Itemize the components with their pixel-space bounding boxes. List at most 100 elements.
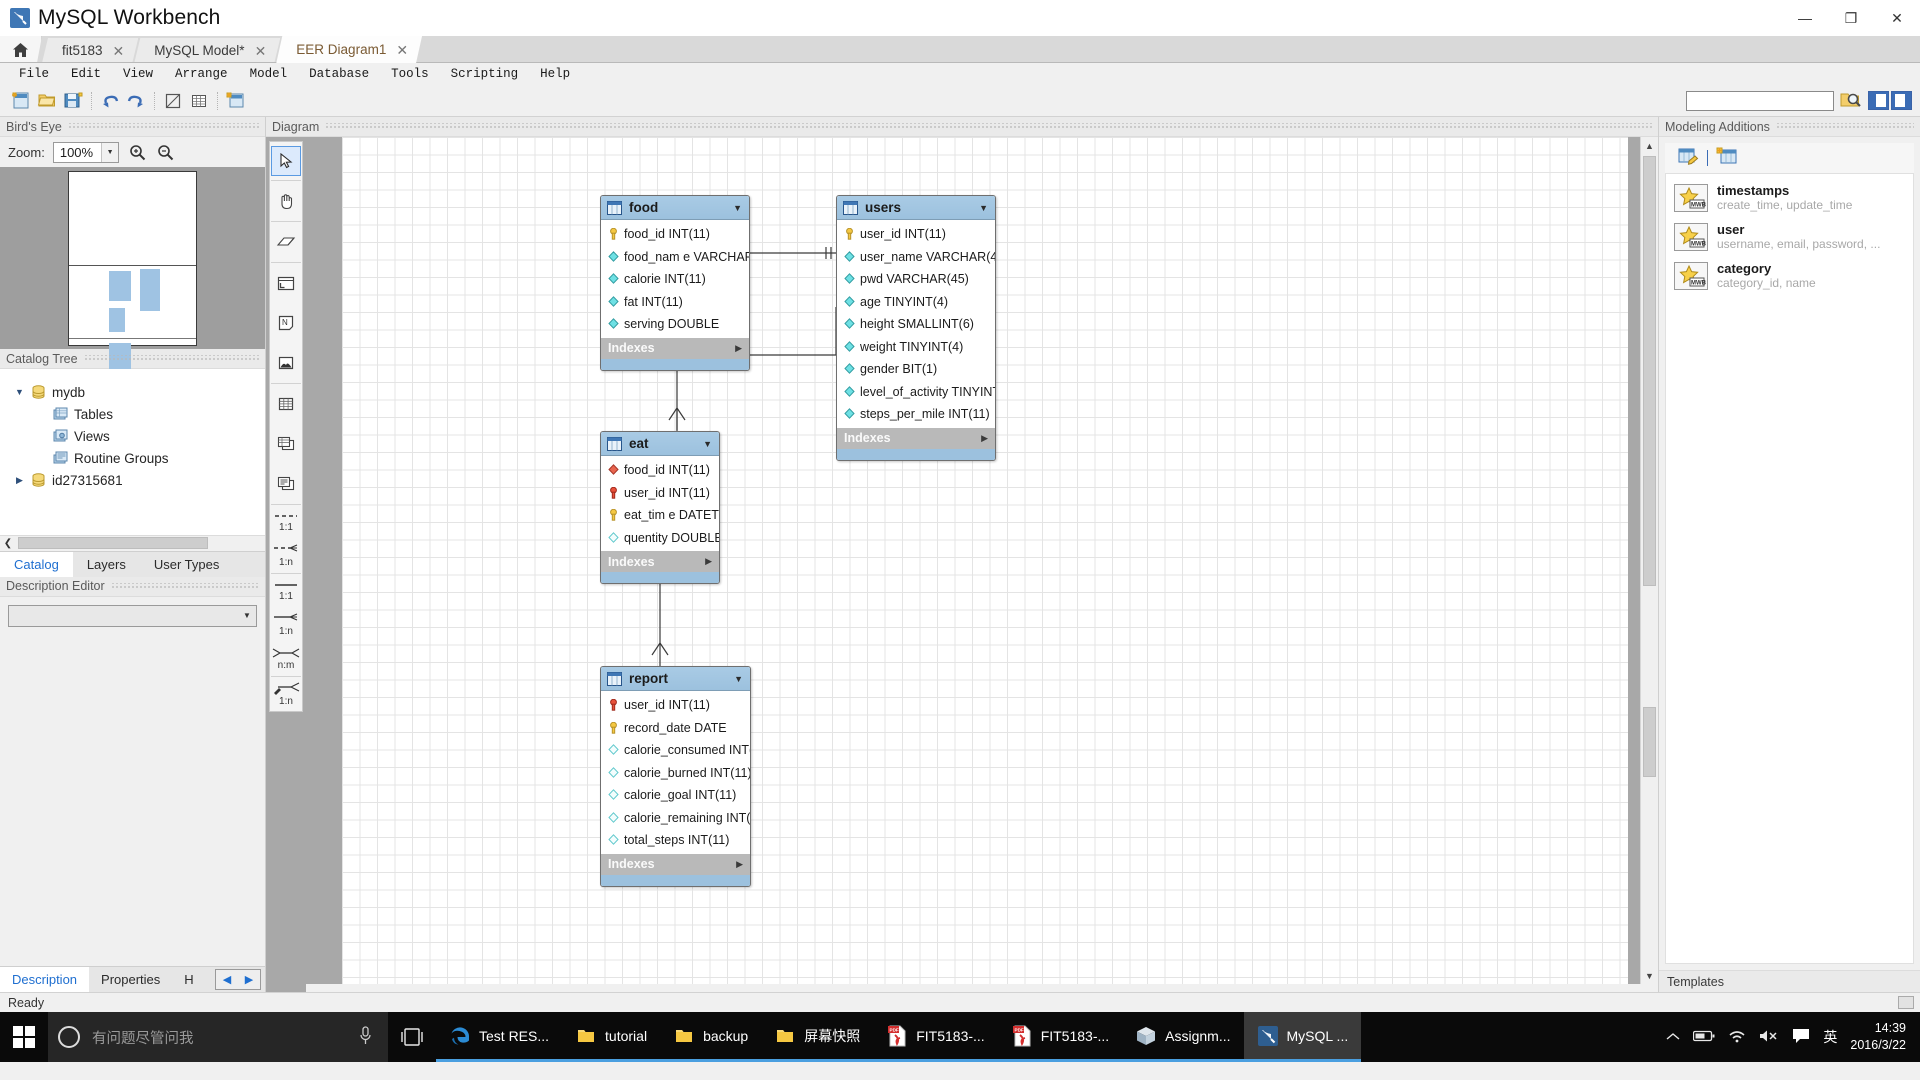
note-tool[interactable]: N (270, 303, 302, 343)
table-row[interactable]: calorie_consumed INT(11) (601, 739, 750, 762)
table-row[interactable]: total_steps INT(11) (601, 829, 750, 852)
wifi-icon[interactable] (1728, 1029, 1746, 1046)
scrollbar-thumb[interactable] (18, 537, 208, 549)
table-row[interactable]: height SMALLINT(6) (837, 313, 995, 336)
table-row[interactable]: level_of_activity TINYINT(4) (837, 381, 995, 404)
table-row[interactable]: calorie INT(11) (601, 268, 749, 291)
chevron-down-icon[interactable]: ▼ (733, 203, 742, 213)
tab-history[interactable]: H (172, 967, 205, 992)
redo-icon[interactable] (123, 88, 149, 114)
list-item[interactable]: MWB category category_id, name (1666, 256, 1913, 295)
maximize-button[interactable]: ❐ (1828, 0, 1874, 36)
table-row[interactable]: user_id INT(11) (837, 223, 995, 246)
tree-item-routine-groups[interactable]: Routine Groups (0, 447, 265, 469)
relation-1-1-ident-tool[interactable]: 1:1 (270, 574, 302, 608)
table-row[interactable]: food_id INT(11) (601, 223, 749, 246)
eraser-tool[interactable] (270, 222, 302, 262)
task-view-icon[interactable] (388, 1012, 436, 1062)
description-select[interactable]: ▼ (8, 604, 257, 627)
tab-description[interactable]: Description (0, 967, 90, 992)
relation-1-n-nonident-tool[interactable]: 1:n (270, 539, 302, 573)
tab-eer-diagram1[interactable]: EER Diagram1 ✕ (276, 36, 422, 63)
relation-1-n-ident-tool[interactable]: 1:n (270, 608, 302, 642)
menu-view[interactable]: View (112, 63, 164, 85)
chevron-right-icon[interactable]: ▶ (981, 433, 988, 444)
open-model-icon[interactable] (34, 88, 60, 114)
tab-layers[interactable]: Layers (73, 552, 140, 577)
diagram-canvas[interactable]: food ▼ food_id INT(11) food_nam e VARCHA… (342, 137, 1628, 984)
menu-file[interactable]: File (8, 63, 60, 85)
select-tool[interactable] (271, 146, 301, 176)
tree-item-views[interactable]: Views (0, 425, 265, 447)
volume-muted-icon[interactable] (1759, 1029, 1779, 1046)
search-input[interactable] (1686, 90, 1834, 111)
tab-fit5183[interactable]: fit5183 ✕ (42, 38, 138, 63)
table-row[interactable]: eat_tim e DATETIME (601, 504, 719, 527)
tab-user-types[interactable]: User Types (140, 552, 234, 577)
zoom-in-icon[interactable] (127, 142, 147, 162)
table-header[interactable]: report ▼ (601, 667, 750, 691)
home-tab[interactable] (0, 36, 42, 63)
microphone-icon[interactable] (359, 1025, 372, 1049)
windows-start-icon[interactable] (0, 1012, 48, 1062)
table-row[interactable]: food_id INT(11) (601, 459, 719, 482)
toggle-sidebar-icon[interactable] (1868, 91, 1889, 110)
table-users[interactable]: users ▼ user_id INT(11) user_name VARCHA… (836, 195, 996, 461)
tab-catalog[interactable]: Catalog (0, 551, 73, 577)
table-row[interactable]: weight TINYINT(4) (837, 336, 995, 359)
indexes-section[interactable]: Indexes ▶ (601, 551, 719, 572)
image-tool[interactable] (270, 343, 302, 383)
new-view-tool[interactable] (270, 424, 302, 464)
scrollbar-thumb[interactable] (1643, 156, 1656, 586)
new-routine-group-tool[interactable] (270, 464, 302, 504)
taskbar-app-pdf-1[interactable]: PDF FIT5183-... (873, 1012, 998, 1062)
indexes-section[interactable]: Indexes ▶ (601, 853, 750, 875)
table-row[interactable]: user_id INT(11) (601, 482, 719, 505)
taskbar-app-edge[interactable]: Test RES... (436, 1012, 563, 1062)
taskbar-app-mysql-workbench[interactable]: MySQL ... (1243, 1012, 1362, 1062)
taskbar-app-assignment[interactable]: Assignm... (1122, 1012, 1244, 1062)
chevron-down-icon[interactable]: ▼ (238, 606, 256, 626)
templates-bar[interactable]: Templates (1659, 970, 1920, 992)
table-row[interactable]: quentity DOUBLE (601, 527, 719, 550)
indexes-section[interactable]: Indexes ▶ (837, 427, 995, 449)
table-header[interactable]: food ▼ (601, 196, 749, 220)
close-button[interactable]: ✕ (1874, 0, 1920, 36)
chevron-up-icon[interactable] (1666, 1030, 1680, 1045)
chevron-down-icon[interactable]: ▼ (101, 142, 119, 162)
scroll-down-icon[interactable]: ▼ (1641, 967, 1658, 984)
tree-item-id27315681[interactable]: ▶ id27315681 (0, 469, 265, 491)
table-food[interactable]: food ▼ food_id INT(11) food_nam e VARCHA… (600, 195, 750, 371)
chevron-down-icon[interactable]: ▼ (703, 439, 712, 449)
menu-arrange[interactable]: Arrange (164, 63, 239, 85)
close-icon[interactable]: ✕ (255, 44, 267, 58)
save-model-icon[interactable] (60, 88, 86, 114)
arrow-left-icon[interactable]: ◀ (216, 970, 238, 989)
tab-properties[interactable]: Properties (89, 967, 172, 992)
table-row[interactable]: user_id INT(11) (601, 694, 750, 717)
taskbar-app-screenshots[interactable]: 屏幕快照 (761, 1012, 874, 1062)
menu-scripting[interactable]: Scripting (440, 63, 530, 85)
new-model-icon[interactable] (8, 88, 34, 114)
battery-icon[interactable] (1693, 1030, 1715, 1045)
arrow-right-icon[interactable]: ▶ (238, 970, 260, 989)
find-icon[interactable] (1840, 89, 1862, 112)
chevron-down-icon[interactable]: ▼ (734, 674, 743, 684)
tree-item-mydb[interactable]: ▼ mydb (0, 381, 265, 403)
hand-tool[interactable] (270, 181, 302, 221)
relation-1-1-nonident-tool[interactable]: 1:1 (270, 505, 302, 539)
table-report[interactable]: report ▼ user_id INT(11) record_date DAT… (600, 666, 751, 887)
table-eat[interactable]: eat ▼ food_id INT(11) user_id INT(11) ea… (600, 431, 720, 584)
scroll-up-icon[interactable]: ▲ (1641, 137, 1658, 154)
collapse-triangle-icon[interactable]: ▶ (14, 475, 25, 486)
taskbar-clock[interactable]: 14:39 2016/3/22 (1850, 1020, 1906, 1054)
table-row[interactable]: gender BIT(1) (837, 358, 995, 381)
list-item[interactable]: MWB user username, email, password, ... (1666, 217, 1913, 256)
relation-n-m-ident-tool[interactable]: n:m (270, 642, 302, 676)
diagram-vertical-scrollbar[interactable]: ▲ ▼ (1640, 137, 1658, 984)
indexes-section[interactable]: Indexes ▶ (601, 337, 749, 359)
expand-triangle-icon[interactable]: ▼ (14, 387, 25, 397)
layer-tool[interactable] (270, 263, 302, 303)
table-row[interactable]: pwd VARCHAR(45) (837, 268, 995, 291)
menu-model[interactable]: Model (239, 63, 299, 85)
